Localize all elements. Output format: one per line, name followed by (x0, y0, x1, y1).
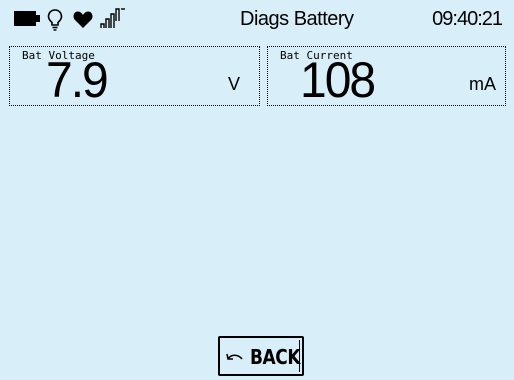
tile-unit: V (227, 74, 240, 94)
back-label: BACK (250, 345, 301, 369)
bat-voltage-tile: Bat Voltage 7.9 V (9, 46, 260, 106)
screen-title: Diags Battery (240, 8, 354, 30)
signal-icon (100, 7, 126, 34)
bulb-icon (47, 9, 63, 36)
heart-icon (73, 11, 93, 33)
back-arrow-icon (226, 351, 244, 369)
tile-unit: mA (469, 74, 496, 94)
clock: 09:40:21 (432, 8, 503, 30)
back-button[interactable]: BACK (218, 336, 304, 376)
battery-icon (14, 11, 40, 31)
tile-value: 7.9 (46, 52, 109, 109)
status-bar: Diags Battery 09:40:21 (0, 0, 514, 36)
bat-current-tile: Bat Current 108 mA (267, 46, 506, 106)
tile-value: 108 (300, 52, 376, 109)
